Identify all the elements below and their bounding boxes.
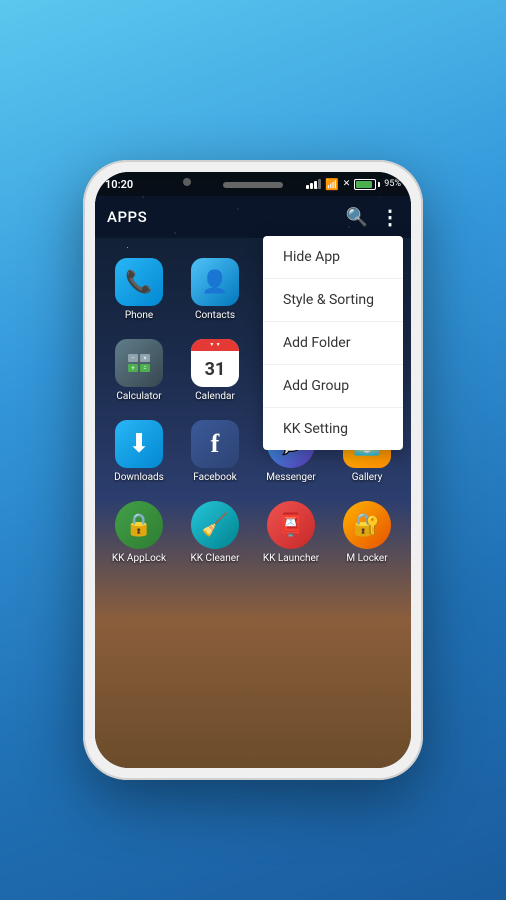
facebook-icon: f [191, 420, 239, 468]
dropdown-add-group[interactable]: Add Group [263, 365, 403, 408]
signal-icon [306, 179, 321, 189]
calendar-date: 31 [205, 351, 226, 387]
app-bar-title: APPS [107, 208, 147, 226]
calendar-label: Calendar [195, 391, 235, 402]
app-item-cleaner[interactable]: 🧹 KK Cleaner [177, 491, 253, 572]
app-item-calendar[interactable]: ▼ ▼ 31 Calendar [177, 329, 253, 410]
applock-label: KK AppLock [112, 553, 166, 564]
app-item-phone[interactable]: 📞 Phone [101, 248, 177, 329]
status-bar: 10:20 📶 ✕ [95, 172, 411, 196]
app-item-contacts[interactable]: 👤 Contacts [177, 248, 253, 329]
downloads-label: Downloads [114, 472, 164, 483]
app-item-facebook[interactable]: f Facebook [177, 410, 253, 491]
phone-mockup: 10:20 📶 ✕ [83, 160, 423, 780]
phone-icon: 📞 [115, 258, 163, 306]
contacts-icon: 👤 [191, 258, 239, 306]
dropdown-hide-app[interactable]: Hide App [263, 236, 403, 279]
facebook-label: Facebook [193, 472, 236, 483]
downloads-icon: ⬇ [115, 420, 163, 468]
calendar-header: ▼ ▼ [191, 339, 239, 351]
mlocker-label: M Locker [346, 553, 387, 564]
app-item-launcher[interactable]: 📮 KK Launcher [253, 491, 329, 572]
status-time: 10:20 [105, 178, 133, 191]
calculator-label: Calculator [116, 391, 161, 402]
messenger-label: Messenger [266, 472, 316, 483]
app-item-calculator[interactable]: − × + = Calculator [101, 329, 177, 410]
app-item-mlocker[interactable]: 🔐 M Locker [329, 491, 405, 572]
calendar-icon: ▼ ▼ 31 [191, 339, 239, 387]
dropdown-kk-setting[interactable]: KK Setting [263, 408, 403, 450]
phone-label: Phone [125, 310, 153, 321]
gallery-label: Gallery [352, 472, 383, 483]
cleaner-icon: 🧹 [191, 501, 239, 549]
app-item-downloads[interactable]: ⬇ Downloads [101, 410, 177, 491]
app-item-applock[interactable]: 🔒 KK AppLock [101, 491, 177, 572]
app-bar-icons: 🔍 ⋮ [346, 205, 399, 229]
phone-screen: 10:20 📶 ✕ [95, 172, 411, 768]
calculator-icon: − × + = [115, 339, 163, 387]
battery-percent: 95% [384, 179, 401, 189]
dropdown-style-sorting[interactable]: Style & Sorting [263, 279, 403, 322]
app-bar: APPS 🔍 ⋮ [95, 196, 411, 238]
wifi-icon: 📶 [325, 178, 339, 191]
contacts-label: Contacts [195, 310, 235, 321]
more-options-button[interactable]: ⋮ [380, 205, 399, 229]
mlocker-icon: 🔐 [343, 501, 391, 549]
cleaner-label: KK Cleaner [191, 553, 240, 564]
launcher-icon: 📮 [267, 501, 315, 549]
dropdown-menu: Hide App Style & Sorting Add Folder Add … [263, 236, 403, 450]
battery-icon [354, 179, 380, 190]
status-icons: 📶 ✕ 95% [306, 178, 401, 191]
signal-x-icon: ✕ [343, 179, 351, 189]
search-button[interactable]: 🔍 [346, 207, 368, 228]
applock-icon: 🔒 [115, 501, 163, 549]
launcher-label: KK Launcher [263, 553, 319, 564]
dropdown-add-folder[interactable]: Add Folder [263, 322, 403, 365]
